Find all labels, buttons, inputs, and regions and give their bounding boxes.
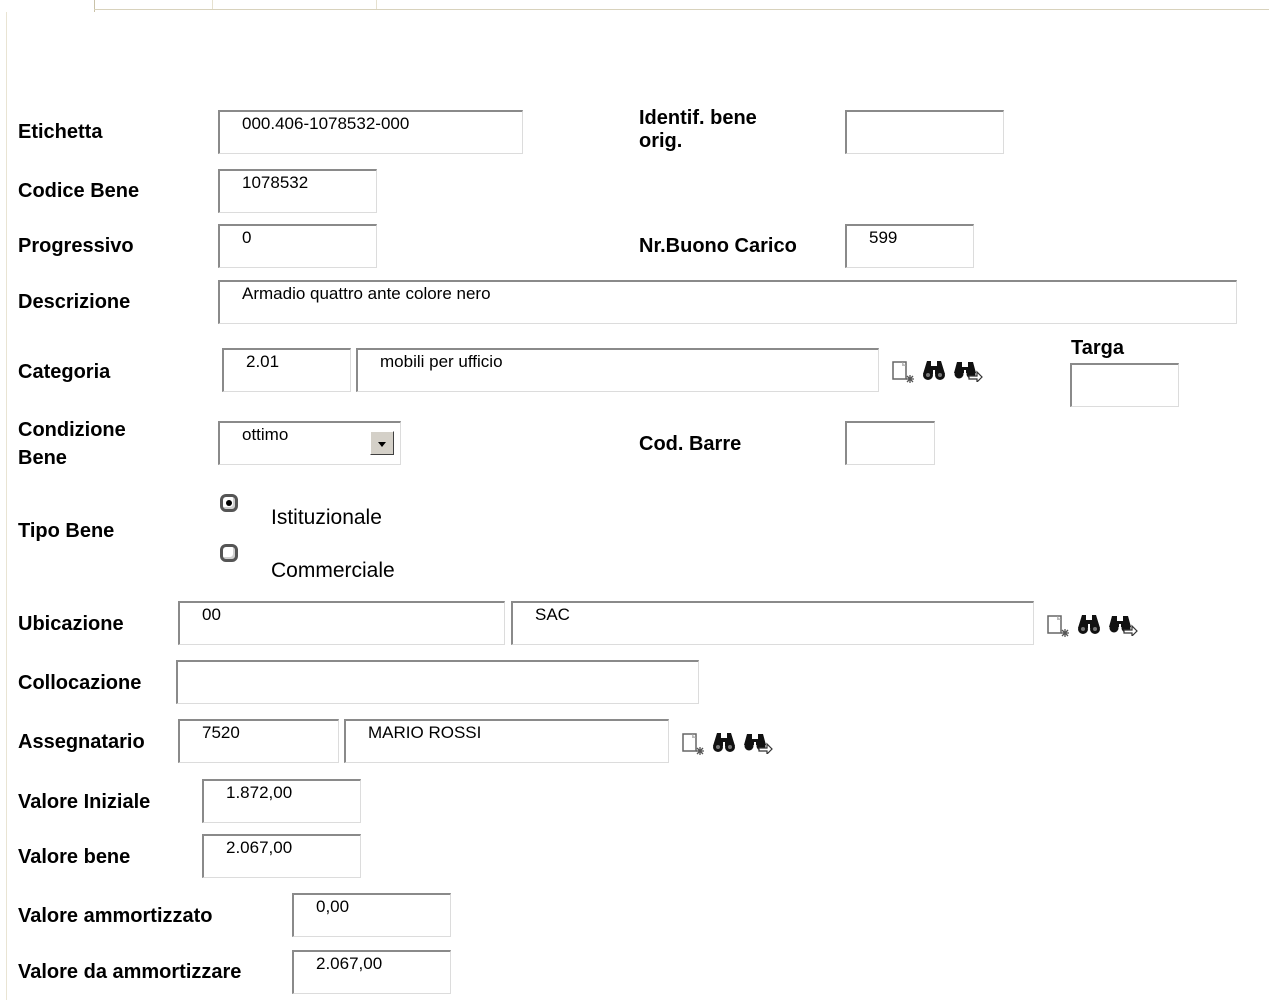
valore-iniziale-field[interactable]: 1.872,00 [202,779,361,823]
radio-selected-dot [226,500,232,506]
lookup-arrows-icon[interactable] [743,730,773,754]
etichetta-field[interactable]: 000.406-1078532-000 [218,110,523,154]
radio-istituzionale[interactable] [220,494,238,512]
tipo-bene-label: Tipo Bene [18,520,115,542]
tab-separator [212,0,213,9]
lookup-arrows-icon[interactable] [953,358,983,382]
progressivo-field[interactable]: 0 [218,224,377,268]
targa-label: Targa [1071,337,1124,359]
chevron-down-icon[interactable] [370,431,394,455]
option-commerciale-label: Commerciale [271,559,395,582]
tab-divider [94,9,1269,10]
valore-ammortizzato-label: Valore ammortizzato [18,905,213,927]
radio-commerciale[interactable] [220,544,238,562]
tab-bar [0,0,1269,12]
collocazione-field[interactable] [176,660,699,704]
binoculars-search-icon[interactable] [1076,612,1102,636]
nr-buono-carico-label: Nr.Buono Carico [639,235,797,257]
binoculars-search-icon[interactable] [711,730,737,754]
categoria-name-field[interactable]: mobili per ufficio [356,348,879,392]
ubicazione-actions [1046,612,1141,640]
collocazione-label: Collocazione [18,672,142,694]
tab-separator [376,0,377,9]
ubicazione-label: Ubicazione [18,613,124,635]
lookup-arrows-icon[interactable] [1108,612,1138,636]
panel-border [6,12,7,1000]
progressivo-label: Progressivo [18,235,134,257]
ubicazione-name-field[interactable]: SAC [511,601,1034,645]
valore-da-ammortizzare-label: Valore da ammortizzare [18,961,242,983]
categoria-code-field[interactable]: 2.01 [222,348,351,392]
valore-bene-label: Valore bene [18,846,131,868]
categoria-actions [891,358,986,386]
valore-ammortizzato-field[interactable]: 0,00 [292,893,451,937]
identif-bene-field[interactable] [845,110,1004,154]
tab-active[interactable] [6,0,95,12]
valore-da-ammortizzare-field[interactable]: 2.067,00 [292,950,451,994]
nr-buono-carico-field[interactable]: 599 [845,224,974,268]
identif-bene-label-2: orig. [639,130,683,152]
valore-iniziale-label: Valore Iniziale [18,791,151,813]
cod-barre-field[interactable] [845,421,935,465]
categoria-label: Categoria [18,361,111,383]
valore-bene-field[interactable]: 2.067,00 [202,834,361,878]
descrizione-field[interactable]: Armadio quattro ante colore nero [218,280,1237,324]
condizione-bene-label: Condizione [18,419,126,441]
assegnatario-actions [681,730,776,758]
ubicazione-code-field[interactable]: 00 [178,601,505,645]
cod-barre-label: Cod. Barre [639,433,742,455]
new-document-icon[interactable] [1046,614,1072,638]
new-document-icon[interactable] [891,360,917,384]
condizione-bene-selected: ottimo [242,425,289,444]
targa-field[interactable] [1070,363,1179,407]
binoculars-search-icon[interactable] [921,358,947,382]
codice-bene-label: Codice Bene [18,180,140,202]
condizione-bene-select[interactable]: ottimo [218,421,401,465]
identif-bene-label: Identif. bene [639,107,757,129]
assegnatario-name-field[interactable]: MARIO ROSSI [344,719,669,763]
codice-bene-field[interactable]: 1078532 [218,169,377,213]
condizione-bene-label-2: Bene [18,447,67,469]
new-document-icon[interactable] [681,732,707,756]
descrizione-label: Descrizione [18,291,131,313]
etichetta-label: Etichetta [18,121,103,143]
assegnatario-label: Assegnatario [18,731,145,753]
option-istituzionale-label: Istituzionale [271,506,382,529]
assegnatario-code-field[interactable]: 7520 [178,719,339,763]
